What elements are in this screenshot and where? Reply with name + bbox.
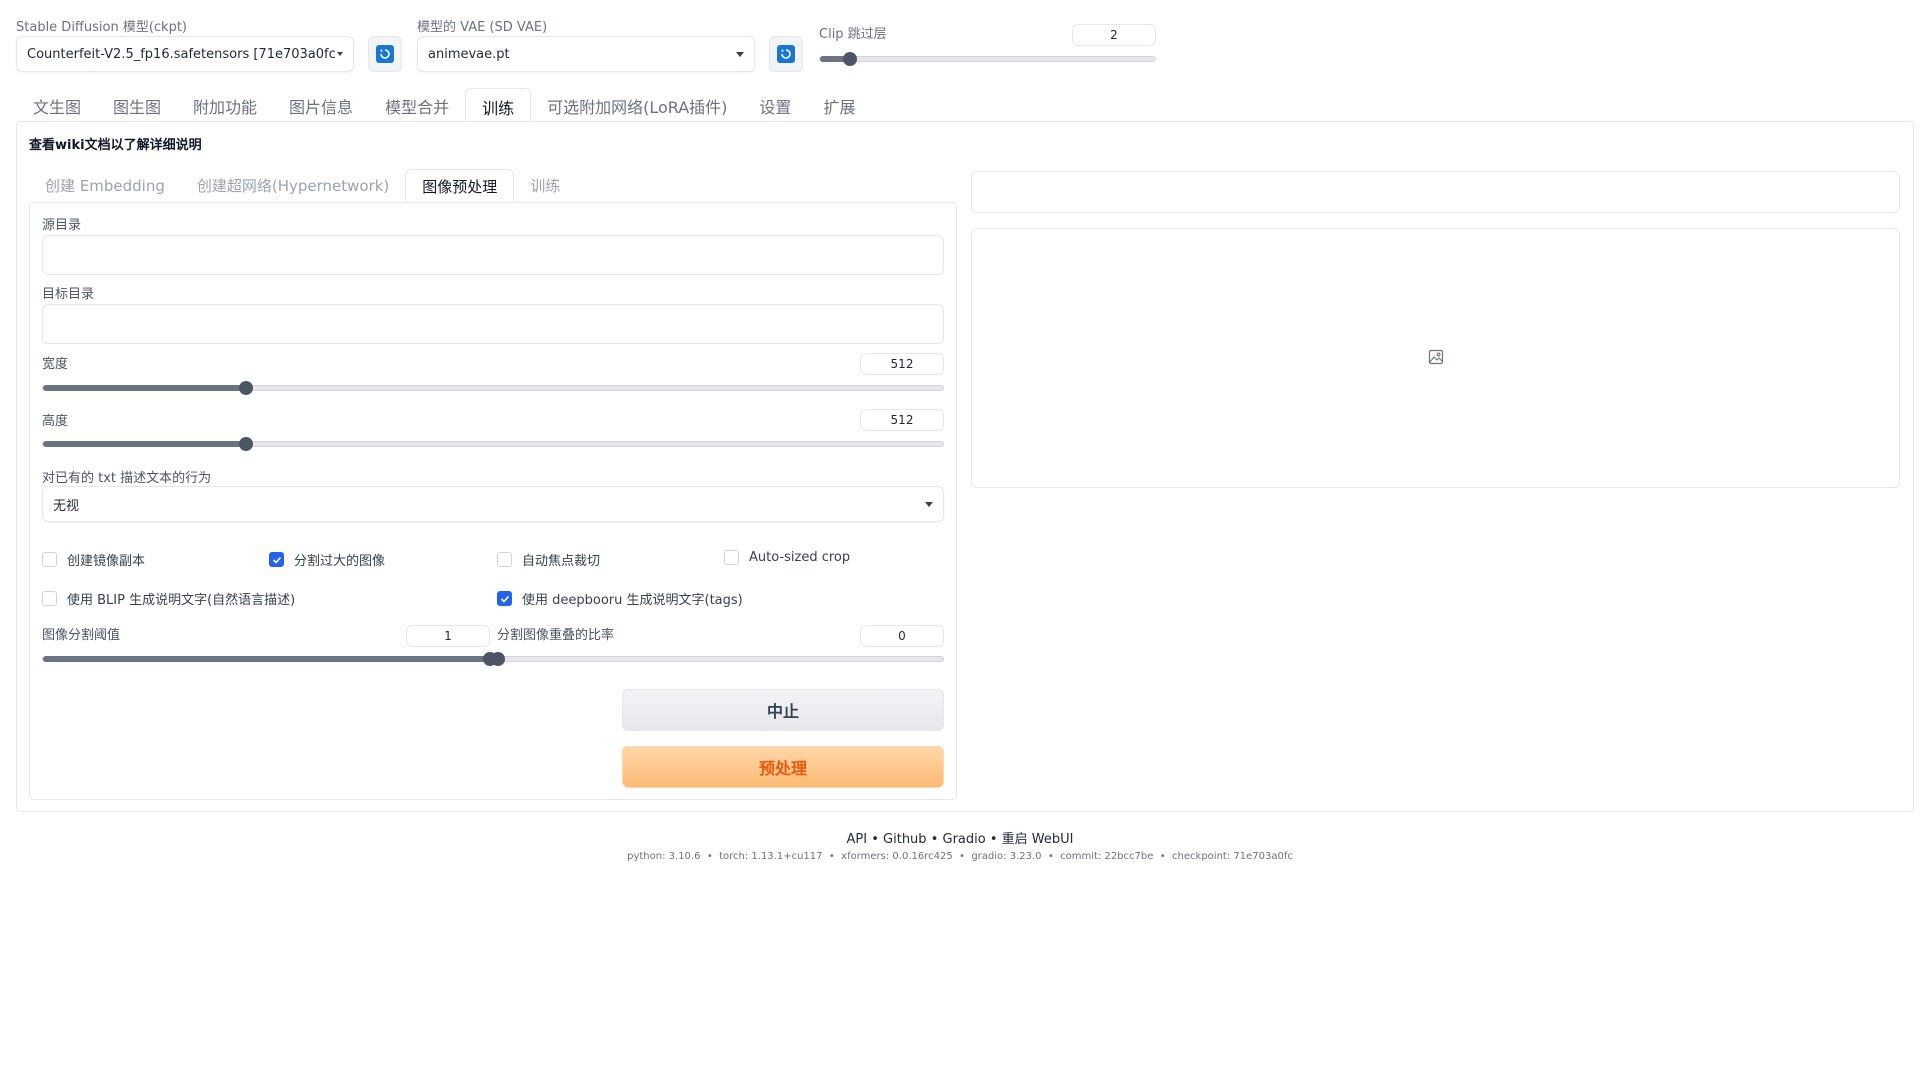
checkbox-label: 分割过大的图像 bbox=[294, 554, 386, 569]
model-select[interactable]: Counterfeit-V2.5_fp16.safetensors [71e70… bbox=[16, 36, 354, 72]
checkbox-label: 自动焦点裁切 bbox=[522, 554, 601, 569]
footer-separator: • bbox=[930, 832, 939, 847]
checkbox-create-flipped[interactable]: 创建镜像副本 bbox=[42, 550, 145, 569]
clip-skip-slider[interactable] bbox=[819, 52, 1156, 66]
main-tab-1[interactable]: 图生图 bbox=[97, 88, 177, 122]
vae-select[interactable]: animevae.pt bbox=[417, 36, 755, 72]
width-slider[interactable] bbox=[42, 381, 944, 395]
split-threshold-number-input[interactable]: 1 bbox=[406, 625, 490, 647]
model-select-value: Counterfeit-V2.5_fp16.safetensors [71e70… bbox=[27, 46, 337, 62]
train-sub-tab-0[interactable]: 创建 Embedding bbox=[29, 169, 181, 203]
clip-skip-number-input[interactable]: 2 bbox=[1072, 24, 1156, 46]
checkbox-auto-sized-crop[interactable]: Auto-sized crop bbox=[724, 550, 850, 565]
train-sub-tab-3[interactable]: 训练 bbox=[514, 169, 576, 203]
output-text-box bbox=[971, 171, 1900, 213]
slider-thumb[interactable] bbox=[491, 652, 505, 666]
slider-fill bbox=[43, 656, 490, 662]
main-tab-0[interactable]: 文生图 bbox=[17, 88, 97, 122]
footer-separator: • bbox=[989, 832, 998, 847]
footer-separator: • bbox=[1047, 851, 1054, 862]
vae-select-value: animevae.pt bbox=[428, 46, 510, 62]
chevron-down-icon bbox=[925, 501, 933, 507]
version-xformers: xformers: 0.0.16rc425 bbox=[841, 851, 953, 862]
txt-action-select[interactable]: 无视 bbox=[42, 486, 944, 522]
footer-separator: • bbox=[871, 832, 879, 847]
footer-links: API • Github • Gradio • 重启 WebUI bbox=[0, 828, 1920, 847]
main-tabs: 文生图 图生图 附加功能 图片信息 模型合并 训练 可选附加网络(LoRA插件) 设置 扩展 bbox=[17, 88, 871, 122]
main-tab-8[interactable]: 扩展 bbox=[807, 88, 871, 122]
width-label: 宽度 bbox=[42, 357, 69, 372]
checkbox-split-oversized[interactable]: 分割过大的图像 bbox=[269, 550, 385, 569]
version-checkpoint: checkpoint: 71e703a0fc bbox=[1172, 851, 1293, 862]
chevron-down-icon bbox=[736, 51, 744, 57]
interrupt-button[interactable]: 中止 bbox=[622, 689, 944, 731]
footer-link-api[interactable]: API bbox=[847, 832, 868, 847]
checkbox-blip-caption[interactable]: 使用 BLIP 生成说明文字(自然语言描述) bbox=[42, 589, 295, 608]
width-number-input[interactable]: 512 bbox=[860, 353, 944, 375]
refresh-vae-button[interactable] bbox=[769, 36, 803, 72]
footer-separator: • bbox=[1159, 851, 1166, 862]
checkbox-box[interactable] bbox=[269, 552, 284, 567]
footer-link-gradio[interactable]: Gradio bbox=[943, 832, 986, 847]
source-dir-label: 源目录 bbox=[42, 218, 82, 233]
footer-version-info: python: 3.10.6 • torch: 1.13.1+cu117 • x… bbox=[0, 851, 1920, 862]
checkbox-box[interactable] bbox=[42, 591, 57, 606]
overlap-ratio-label: 分割图像重叠的比率 bbox=[497, 628, 615, 643]
main-tab-3[interactable]: 图片信息 bbox=[273, 88, 369, 122]
slider-thumb[interactable] bbox=[843, 52, 858, 66]
height-number-input[interactable]: 512 bbox=[860, 409, 944, 431]
checkbox-label: 使用 deepbooru 生成说明文字(tags) bbox=[522, 593, 743, 608]
main-tab-2[interactable]: 附加功能 bbox=[177, 88, 273, 122]
height-slider[interactable] bbox=[42, 437, 944, 451]
checkbox-deepbooru-caption[interactable]: 使用 deepbooru 生成说明文字(tags) bbox=[497, 589, 743, 608]
split-threshold-label: 图像分割阈值 bbox=[42, 628, 121, 643]
main-tab-6[interactable]: 可选附加网络(LoRA插件) bbox=[531, 88, 743, 122]
train-sub-tabs: 创建 Embedding 创建超网络(Hypernetwork) 图像预处理 训练 bbox=[29, 169, 576, 203]
model-label: Stable Diffusion 模型(ckpt) bbox=[16, 20, 188, 35]
refresh-icon bbox=[777, 45, 795, 63]
checkbox-box[interactable] bbox=[42, 552, 57, 567]
checkbox-focal-crop[interactable]: 自动焦点裁切 bbox=[497, 550, 600, 569]
checkbox-box[interactable] bbox=[724, 550, 739, 565]
vae-label: 模型的 VAE (SD VAE) bbox=[417, 20, 548, 35]
version-python: python: 3.10.6 bbox=[627, 851, 701, 862]
split-threshold-slider[interactable] bbox=[42, 652, 497, 666]
wiki-note[interactable]: 查看wiki文档以了解详细说明 bbox=[29, 134, 202, 153]
image-placeholder-icon bbox=[1428, 349, 1444, 369]
checkbox-box[interactable] bbox=[497, 552, 512, 567]
footer-separator: • bbox=[959, 851, 965, 862]
main-tab-7[interactable]: 设置 bbox=[743, 88, 807, 122]
refresh-model-button[interactable] bbox=[368, 36, 402, 72]
source-dir-input[interactable] bbox=[42, 235, 944, 275]
version-torch: torch: 1.13.1+cu117 bbox=[719, 851, 823, 862]
txt-action-label: 对已有的 txt 描述文本的行为 bbox=[42, 471, 212, 486]
main-tab-4[interactable]: 模型合并 bbox=[369, 88, 465, 122]
clip-skip-label: Clip 跳过层 bbox=[819, 27, 887, 42]
slider-fill bbox=[43, 441, 247, 447]
refresh-icon bbox=[376, 45, 394, 63]
train-sub-tab-1[interactable]: 创建超网络(Hypernetwork) bbox=[181, 169, 405, 203]
train-sub-tab-2[interactable]: 图像预处理 bbox=[405, 169, 515, 203]
footer-separator: • bbox=[828, 851, 835, 862]
slider-fill bbox=[43, 385, 247, 391]
height-label: 高度 bbox=[42, 414, 69, 429]
version-commit: commit: 22bcc7be bbox=[1060, 851, 1154, 862]
output-image-box bbox=[971, 228, 1900, 488]
footer-separator: • bbox=[706, 851, 713, 862]
overlap-ratio-slider[interactable] bbox=[491, 652, 944, 666]
preprocess-button[interactable]: 预处理 bbox=[622, 746, 944, 788]
chevron-down-icon bbox=[337, 52, 343, 56]
footer-link-github[interactable]: Github bbox=[883, 832, 927, 847]
checkbox-box[interactable] bbox=[497, 591, 512, 606]
checkbox-label: 使用 BLIP 生成说明文字(自然语言描述) bbox=[67, 593, 296, 608]
version-gradio: gradio: 3.23.0 bbox=[971, 851, 1042, 862]
checkbox-label: 创建镜像副本 bbox=[67, 554, 146, 569]
checkbox-label: Auto-sized crop bbox=[749, 550, 851, 565]
target-dir-input[interactable] bbox=[42, 304, 944, 344]
footer-link-reload-ui[interactable]: 重启 WebUI bbox=[1002, 832, 1074, 847]
main-tab-5[interactable]: 训练 bbox=[465, 88, 532, 122]
overlap-ratio-number-input[interactable]: 0 bbox=[860, 625, 944, 647]
txt-action-value: 无视 bbox=[53, 498, 80, 514]
target-dir-label: 目标目录 bbox=[42, 287, 95, 302]
